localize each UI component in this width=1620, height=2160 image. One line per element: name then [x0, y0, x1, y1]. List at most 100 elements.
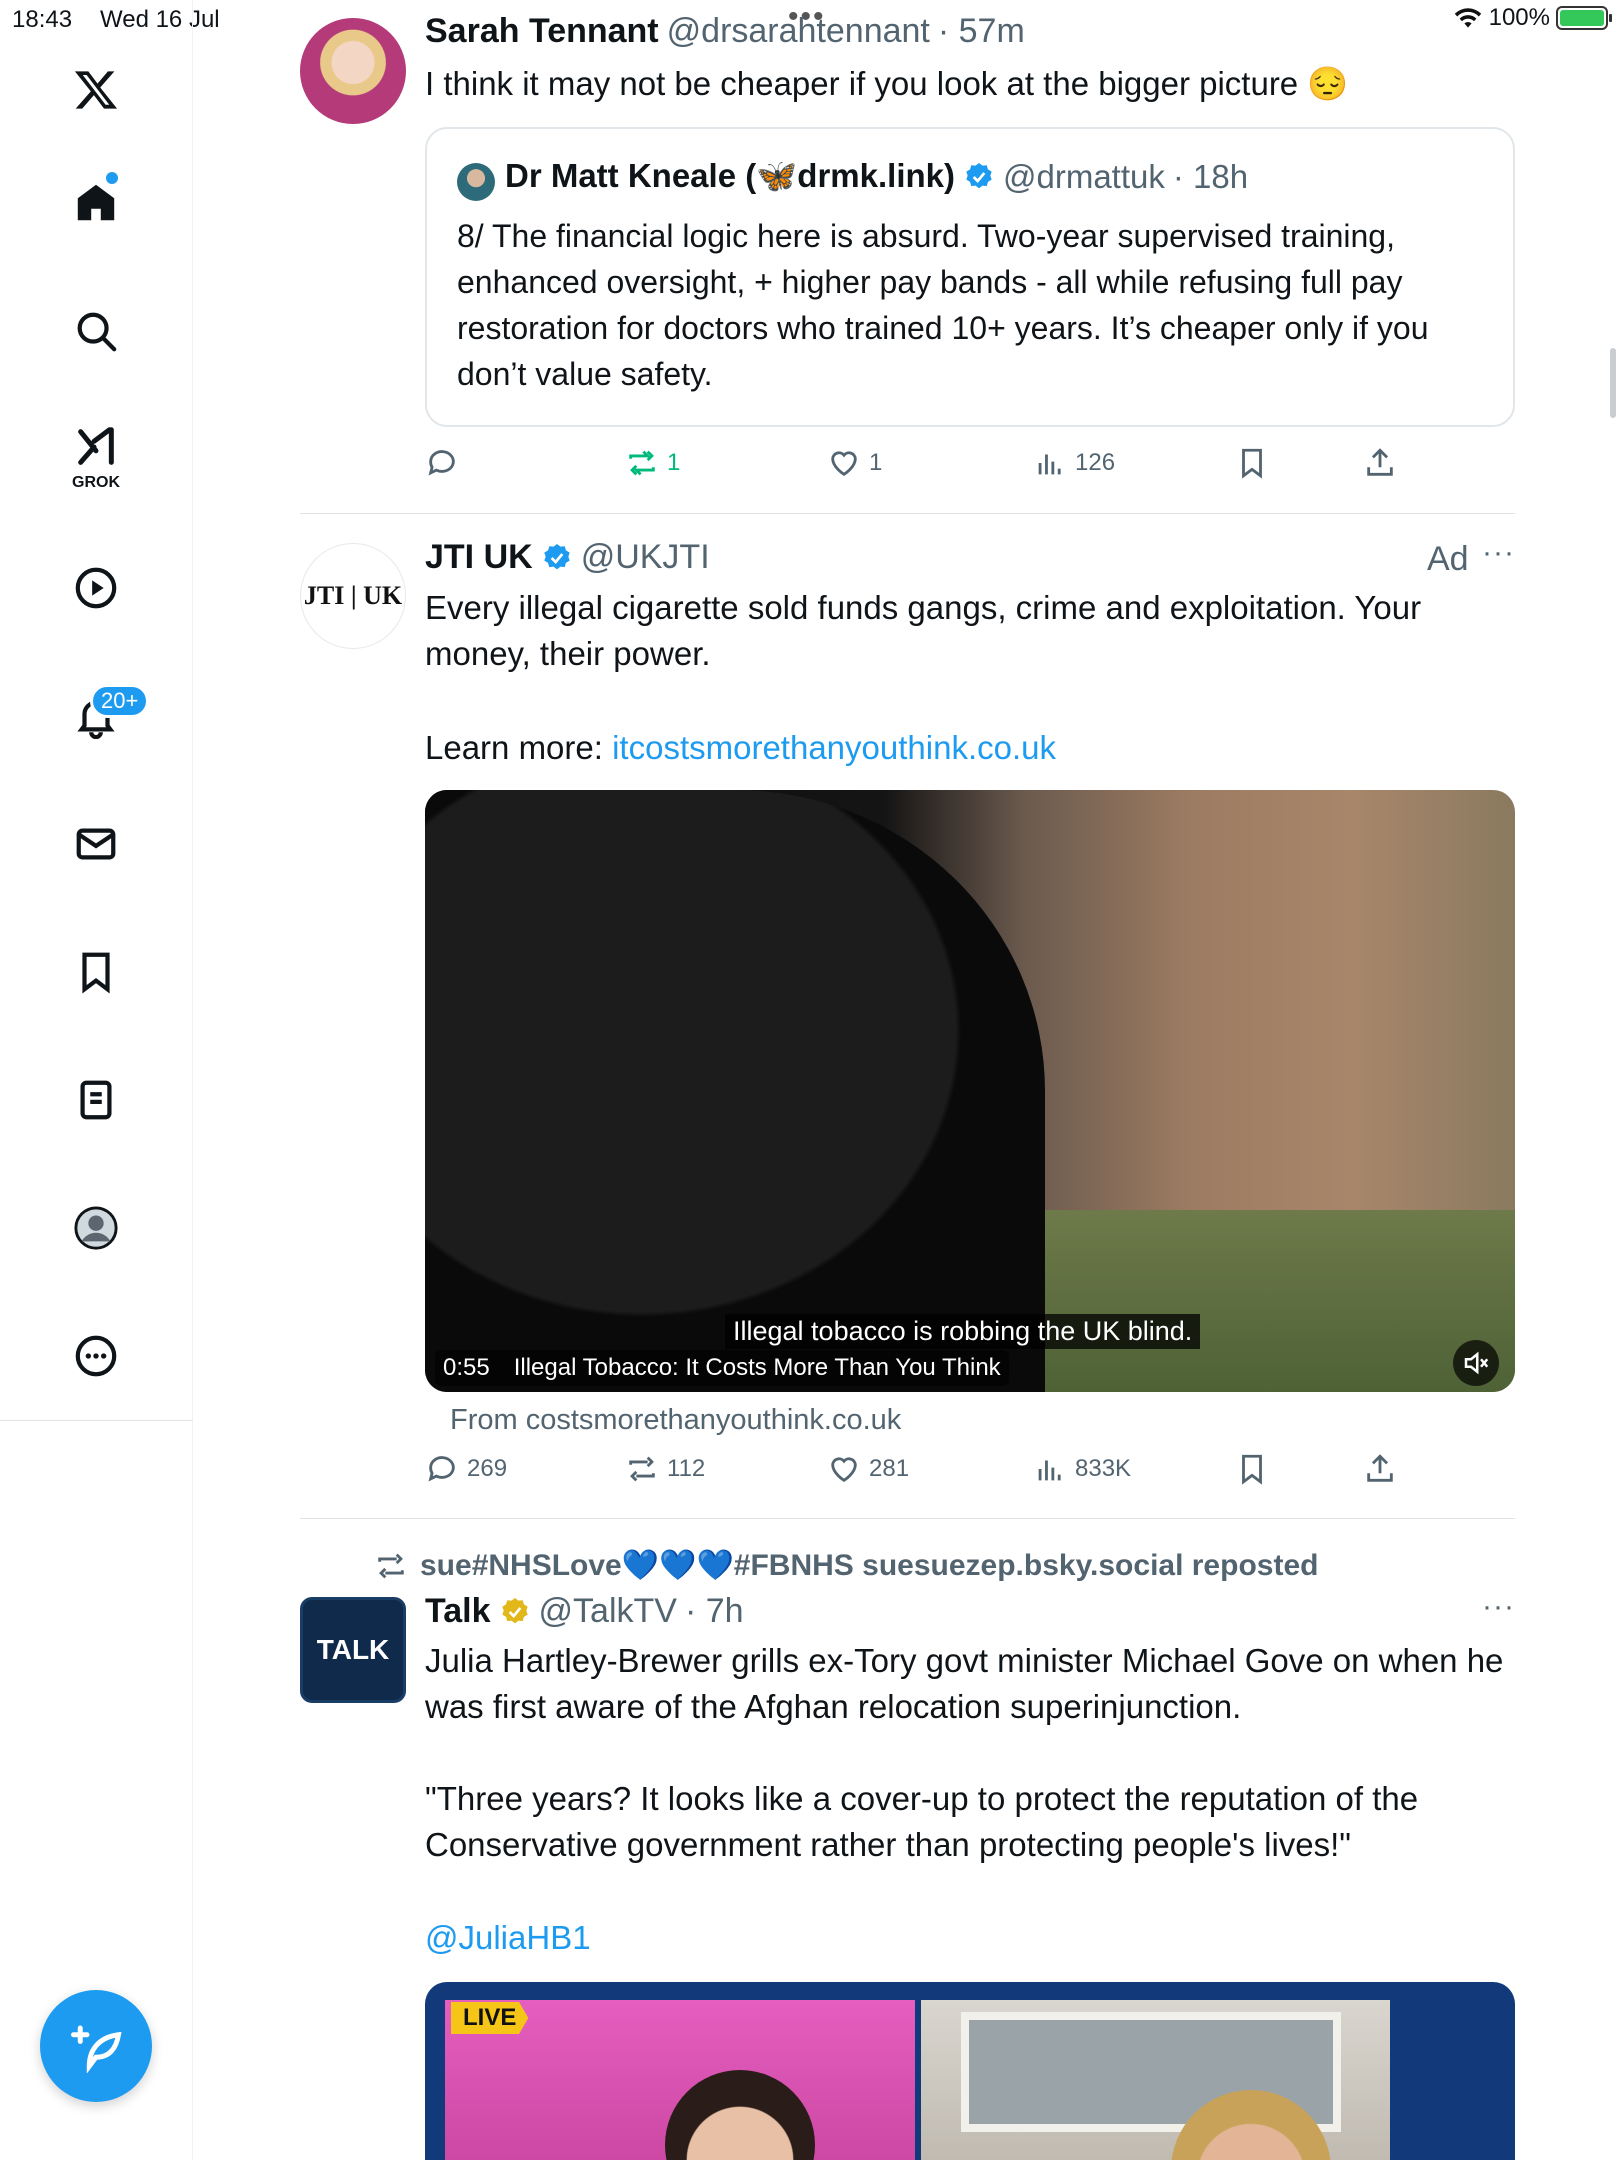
home-icon[interactable] [56, 163, 136, 243]
quote-header: Dr Matt Kneale (🦋drmk.link) @drmattuk · … [505, 157, 1248, 196]
repost-icon [378, 1553, 404, 1578]
home-unread-dot [104, 170, 120, 186]
tweet-divider [300, 513, 1515, 514]
verified-badge-icon [544, 543, 570, 569]
more-options-icon[interactable]: ··· [1482, 536, 1515, 570]
repost-icon [629, 450, 655, 476]
video-frame [445, 2000, 1390, 2160]
author-name[interactable]: Talk [425, 1592, 491, 1631]
bookmark-button[interactable] [1235, 1452, 1269, 1486]
video-player[interactable]: Illegal tobacco is robbing the UK blind.… [425, 790, 1515, 1392]
tweet-link-line: Learn more: itcostsmorethanyouthink.co.u… [425, 725, 1505, 771]
tweet-header: Talk @TalkTV · 7h [425, 1592, 744, 1631]
like-button[interactable]: 1 [827, 446, 882, 480]
like-count: 281 [869, 1455, 910, 1482]
author-handle[interactable]: @UKJTI [581, 538, 710, 577]
video-player[interactable]: LIVE [425, 1982, 1515, 2160]
status-right: 100% [1453, 4, 1612, 32]
tweet-actions: 1 1 126 [425, 446, 1425, 496]
profile-icon[interactable] [56, 1188, 136, 1268]
views-count: 126 [1075, 449, 1116, 476]
repost-count: 112 [667, 1455, 706, 1482]
tweet-divider [300, 1518, 1515, 1519]
tweet-time: · 57m [937, 12, 1025, 50]
video-title: Illegal Tobacco: It Costs More Than You … [513, 1354, 1001, 1381]
author-handle[interactable]: @TalkTV [539, 1592, 677, 1631]
share-icon [1367, 448, 1393, 476]
compose-feather-icon [71, 2025, 122, 2073]
repost-icon [629, 1456, 655, 1482]
views-icon [1038, 454, 1061, 475]
repost-count: 1 [667, 449, 681, 476]
video-duration: 0:55 [443, 1354, 490, 1381]
quote-avatar [457, 163, 495, 201]
ad-label: Ad [1427, 540, 1469, 578]
mail-icon[interactable] [56, 804, 136, 884]
bookmark-icon [1242, 448, 1262, 479]
repost-context: sue#NHSLove💙💙💙#FBNHS suesuezep.bsky.soci… [374, 1548, 1318, 1583]
avatar[interactable]: TALK [300, 1597, 406, 1703]
quote-text: 8/ The financial logic here is absurd. T… [457, 218, 1429, 392]
reply-button[interactable]: 269 [425, 1452, 507, 1486]
author-handle[interactable]: @drsarahtennant [667, 12, 930, 51]
quote-author-name: Dr Matt Kneale (🦋drmk.link) [505, 157, 955, 194]
share-icon [1367, 1454, 1393, 1482]
share-button[interactable] [1363, 1452, 1397, 1486]
notification-badge: 20+ [90, 684, 150, 718]
wifi-icon [1454, 8, 1481, 28]
grok-icon[interactable]: GROK [56, 416, 136, 496]
like-button[interactable]: 281 [827, 1452, 909, 1486]
bookmark-icon[interactable] [56, 932, 136, 1012]
author-name[interactable]: JTI UK [425, 538, 533, 577]
compose-button[interactable] [40, 1990, 152, 2102]
views-button[interactable]: 833K [1033, 1452, 1131, 1486]
heart-icon [831, 1457, 857, 1483]
reply-icon [428, 1456, 455, 1482]
repost-context-label[interactable]: sue#NHSLove💙💙💙#FBNHS suesuezep.bsky.soci… [420, 1548, 1318, 1583]
video-icon[interactable] [56, 548, 136, 628]
quote-author-handle: @drmattuk [1003, 157, 1165, 195]
video-frame-right-panel [920, 2000, 1390, 2160]
views-button[interactable]: 126 [1033, 446, 1115, 480]
views-icon [1038, 1460, 1061, 1481]
heart-icon [831, 451, 857, 477]
share-button[interactable] [1363, 446, 1397, 480]
views-count: 833K [1075, 1455, 1132, 1482]
more-options-icon[interactable]: ··· [1482, 1590, 1515, 1624]
repost-button[interactable]: 1 [625, 446, 680, 480]
battery-percent: 100% [1488, 4, 1550, 31]
bookmark-button[interactable] [1235, 446, 1269, 480]
author-name[interactable]: Sarah Tennant [425, 12, 659, 51]
tweet-quote-text: "Three years? It looks like a cover-up t… [425, 1780, 1419, 1863]
more-circle-icon[interactable] [56, 1316, 136, 1396]
lists-icon[interactable] [56, 1060, 136, 1140]
search-icon[interactable] [56, 291, 136, 371]
tweet-text: Julia Hartley-Brewer grills ex-Tory govt… [425, 1642, 1504, 1725]
video-frame-hood [425, 790, 1045, 1392]
sidebar: GROK 20+ [0, 0, 193, 2160]
reply-icon [428, 450, 455, 476]
scrollbar[interactable] [1610, 348, 1616, 418]
like-count: 1 [869, 449, 883, 476]
mention-link[interactable]: @JuliaHB1 [425, 1915, 591, 1961]
mute-button[interactable] [1453, 1340, 1499, 1386]
video-caption: Illegal tobacco is robbing the UK blind. [725, 1314, 1201, 1349]
tweet-actions: 269 112 281 833K [425, 1452, 1425, 1502]
video-meta: 0:55 Illegal Tobacco: It Costs More Than… [435, 1350, 1009, 1386]
verified-badge-icon [966, 162, 992, 188]
presenter-figure [665, 2070, 815, 2160]
reply-button[interactable] [425, 446, 467, 480]
ad-source[interactable]: From costsmorethanyouthink.co.uk [450, 1404, 901, 1437]
live-badge: LIVE [451, 2002, 529, 2034]
ad-link[interactable]: itcostsmorethanyouthink.co.uk [612, 729, 1056, 766]
repost-button[interactable]: 112 [625, 1452, 705, 1486]
bookmark-icon [1242, 1454, 1262, 1485]
avatar[interactable] [300, 18, 406, 124]
tweet-header: Sarah Tennant @drsarahtennant · 57m [425, 12, 1025, 51]
x-logo-icon[interactable] [56, 50, 136, 130]
quoted-tweet[interactable]: Dr Matt Kneale (🦋drmk.link) @drmattuk · … [425, 127, 1515, 427]
avatar[interactable]: JTI | UK [300, 543, 406, 649]
verified-badge-icon [501, 1597, 528, 1623]
tweet-time: · 7h [684, 1592, 744, 1630]
reply-count: 269 [467, 1455, 508, 1482]
